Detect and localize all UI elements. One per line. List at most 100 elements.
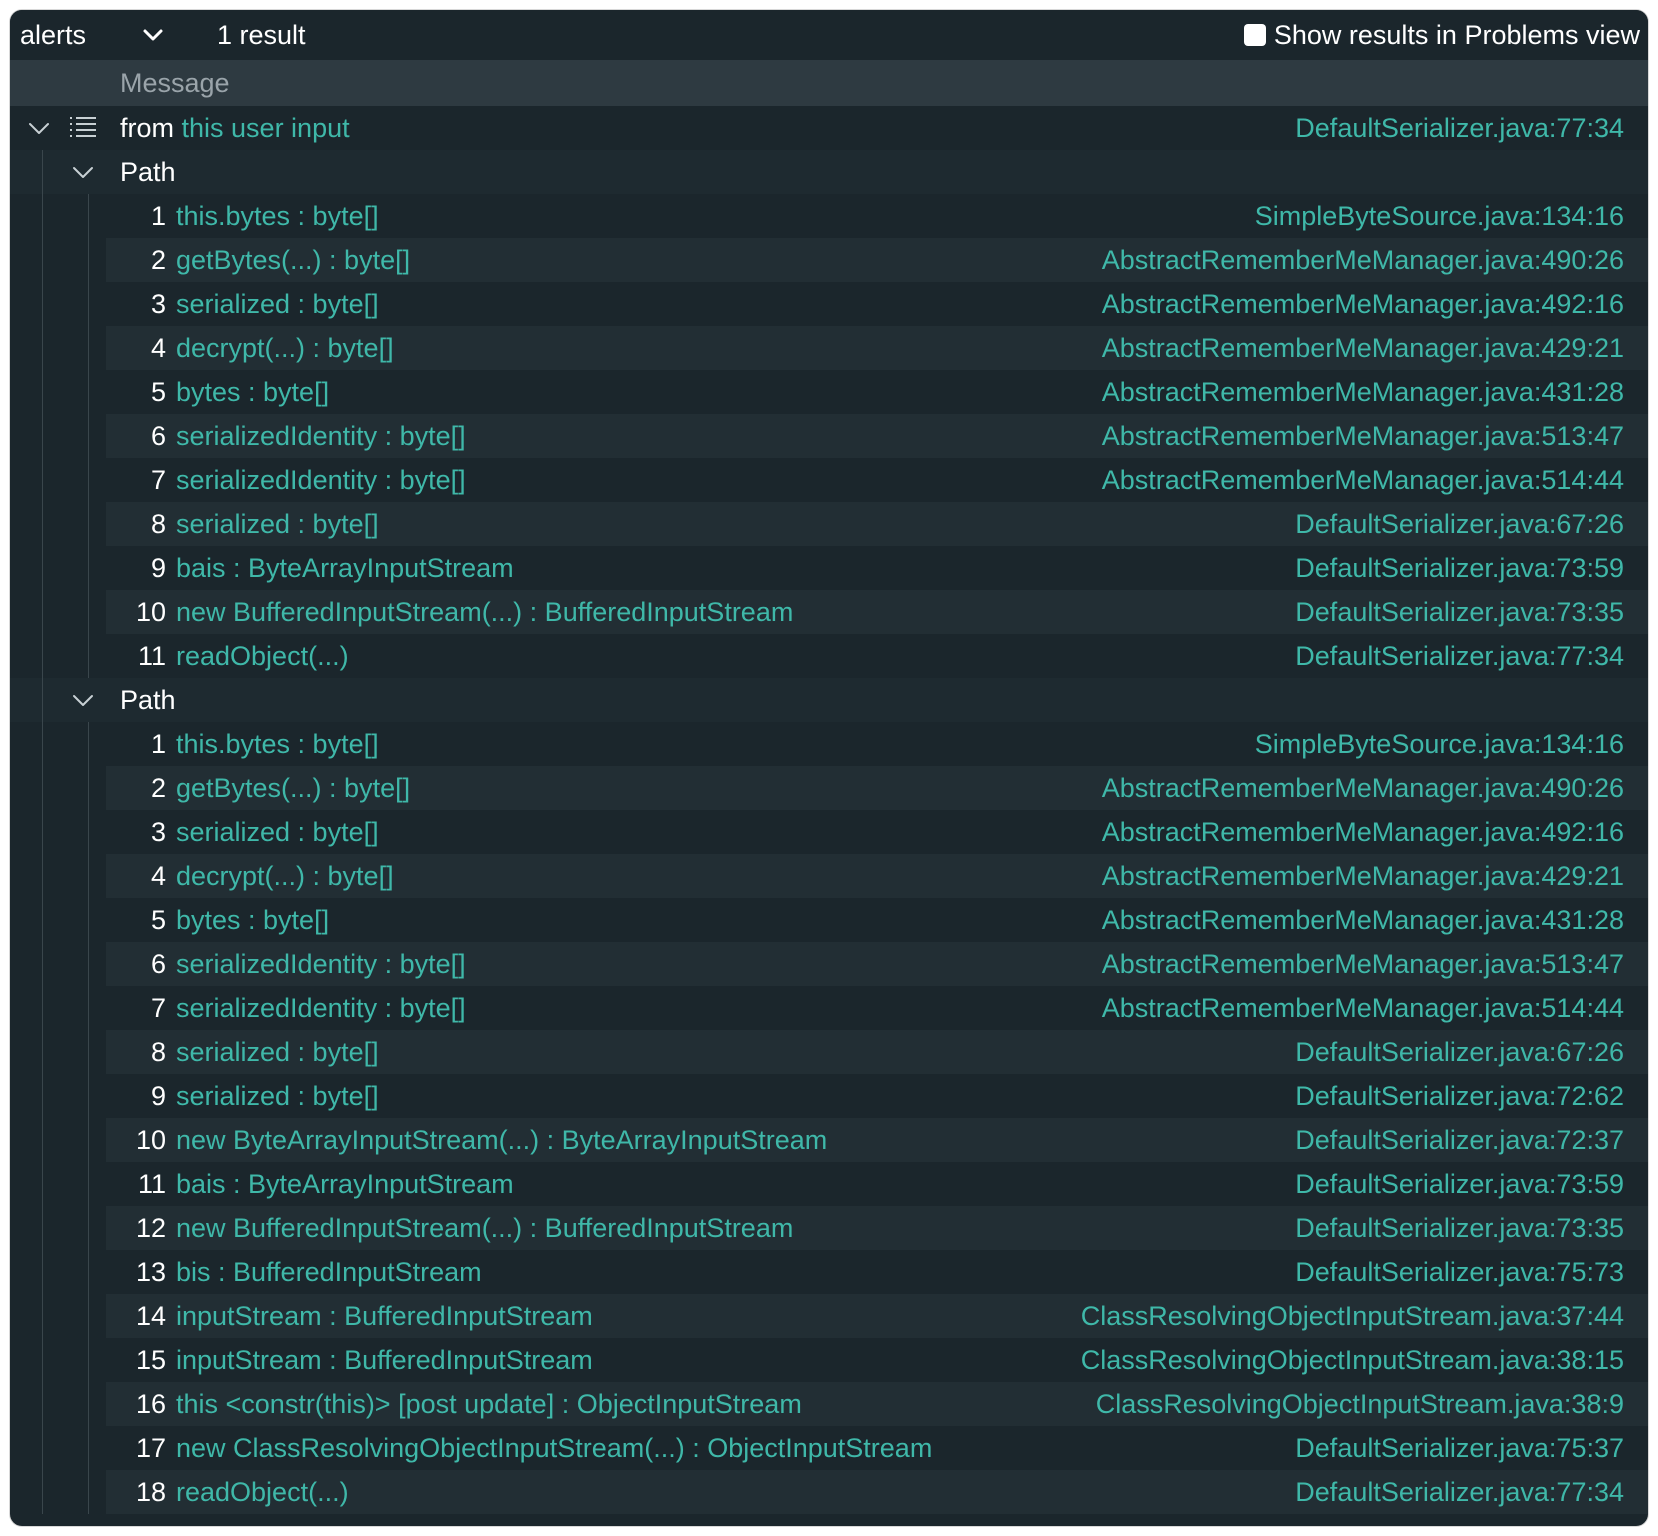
- path-step[interactable]: 11 readObject(...) DefaultSerializer.java:…: [10, 634, 1648, 678]
- path-step[interactable]: 1 this.bytes : byte[] SimpleByteSource.jav…: [10, 194, 1648, 238]
- path-step[interactable]: 7 serializedIdentity : byte[] AbstractReme…: [10, 986, 1648, 1030]
- step-node-link[interactable]: new ByteArrayInputStream(...) : ByteArra…: [176, 1118, 827, 1162]
- step-location-link[interactable]: AbstractRememberMeManager.java:431:28: [1102, 370, 1624, 414]
- step-node-link[interactable]: this <constr(this)> [post update] : Obje…: [176, 1382, 802, 1426]
- chevron-down-icon[interactable]: [24, 113, 54, 143]
- step-node-link[interactable]: serialized : byte[]: [176, 1074, 379, 1118]
- step-location-link[interactable]: DefaultSerializer.java:73:35: [1295, 1206, 1624, 1250]
- step-location-link[interactable]: DefaultSerializer.java:73:59: [1295, 546, 1624, 590]
- step-location-link[interactable]: SimpleByteSource.java:134:16: [1255, 722, 1624, 766]
- step-location-link[interactable]: AbstractRememberMeManager.java:429:21: [1102, 854, 1624, 898]
- problems-view-label[interactable]: Show results in Problems view: [1274, 20, 1640, 50]
- problems-view-checkbox[interactable]: [1243, 24, 1266, 46]
- step-node-link[interactable]: new BufferedInputStream(...) : BufferedI…: [176, 1206, 793, 1250]
- path-step[interactable]: 3 serialized : byte[] AbstractRememberMeMa…: [10, 282, 1648, 326]
- step-location-link[interactable]: DefaultSerializer.java:72:37: [1295, 1118, 1624, 1162]
- step-node-link[interactable]: serialized : byte[]: [176, 502, 379, 546]
- step-node-link[interactable]: serialized : byte[]: [176, 1030, 379, 1074]
- path-step[interactable]: 15 inputStream : BufferedInputStream Class…: [10, 1338, 1648, 1382]
- path-step[interactable]: 8 serialized : byte[] DefaultSerializer.ja…: [10, 502, 1648, 546]
- step-node-link[interactable]: serializedIdentity : byte[]: [176, 986, 466, 1030]
- step-location-link[interactable]: DefaultSerializer.java:73:59: [1295, 1162, 1624, 1206]
- step-node-link[interactable]: this.bytes : byte[]: [176, 194, 379, 238]
- step-node-link[interactable]: bytes : byte[]: [176, 898, 329, 942]
- chevron-down-icon[interactable]: [138, 20, 168, 50]
- step-node-link[interactable]: serialized : byte[]: [176, 282, 379, 326]
- step-node-link[interactable]: bais : ByteArrayInputStream: [176, 546, 514, 590]
- path-step[interactable]: 18 readObject(...) DefaultSerializer.java:…: [10, 1470, 1648, 1514]
- step-node-link[interactable]: inputStream : BufferedInputStream: [176, 1338, 593, 1382]
- step-location-link[interactable]: AbstractRememberMeManager.java:514:44: [1102, 458, 1624, 502]
- path-step[interactable]: 10 new BufferedInputStream(...) : Buffere…: [10, 590, 1648, 634]
- step-node-link[interactable]: this.bytes : byte[]: [176, 722, 379, 766]
- step-location-link[interactable]: DefaultSerializer.java:67:26: [1295, 1030, 1624, 1074]
- path-step[interactable]: 1 this.bytes : byte[] SimpleByteSource.jav…: [10, 722, 1648, 766]
- step-node-link[interactable]: serialized : byte[]: [176, 810, 379, 854]
- step-node-link[interactable]: getBytes(...) : byte[]: [176, 766, 410, 810]
- step-location-link[interactable]: ClassResolvingObjectInputStream.java:38:…: [1081, 1338, 1624, 1382]
- path-step[interactable]: 16 this <constr(this)> [post update] : Ob…: [10, 1382, 1648, 1426]
- alert-row[interactable]: from this user input DefaultSerializer.j…: [10, 106, 1648, 150]
- step-node-link[interactable]: decrypt(...) : byte[]: [176, 854, 394, 898]
- step-node-link[interactable]: bis : BufferedInputStream: [176, 1250, 482, 1294]
- path-step[interactable]: 3 serialized : byte[] AbstractRememberMeMa…: [10, 810, 1648, 854]
- path-step[interactable]: 9 bais : ByteArrayInputStream DefaultSeria…: [10, 546, 1648, 590]
- step-location-link[interactable]: AbstractRememberMeManager.java:490:26: [1102, 766, 1624, 810]
- step-node-link[interactable]: readObject(...): [176, 634, 349, 678]
- step-node-link[interactable]: serializedIdentity : byte[]: [176, 458, 466, 502]
- path-step[interactable]: 12 new BufferedInputStream(...) : Buffere…: [10, 1206, 1648, 1250]
- path-step[interactable]: 7 serializedIdentity : byte[] AbstractReme…: [10, 458, 1648, 502]
- path-step[interactable]: 11 bais : ByteArrayInputStream DefaultSeri…: [10, 1162, 1648, 1206]
- step-location-link[interactable]: AbstractRememberMeManager.java:492:16: [1102, 810, 1624, 854]
- step-location-link[interactable]: AbstractRememberMeManager.java:514:44: [1102, 986, 1624, 1030]
- chevron-down-icon[interactable]: [68, 685, 98, 715]
- step-location-link[interactable]: DefaultSerializer.java:77:34: [1295, 1470, 1624, 1514]
- alert-source-link[interactable]: this user input: [182, 113, 350, 143]
- path-step[interactable]: 4 decrypt(...) : byte[] AbstractRememberMe…: [10, 326, 1648, 370]
- list-icon[interactable]: [68, 114, 98, 142]
- result-set-select[interactable]: alerts: [20, 20, 86, 50]
- step-location-link[interactable]: AbstractRememberMeManager.java:429:21: [1102, 326, 1624, 370]
- step-node-link[interactable]: serializedIdentity : byte[]: [176, 414, 466, 458]
- step-location-link[interactable]: DefaultSerializer.java:77:34: [1295, 634, 1624, 678]
- step-location-link[interactable]: AbstractRememberMeManager.java:492:16: [1102, 282, 1624, 326]
- path-header[interactable]: Path: [10, 150, 1648, 194]
- path-step[interactable]: 6 serializedIdentity : byte[] AbstractReme…: [10, 942, 1648, 986]
- path-step[interactable]: 10 new ByteArrayInputStream(...) : ByteAr…: [10, 1118, 1648, 1162]
- step-node-link[interactable]: getBytes(...) : byte[]: [176, 238, 410, 282]
- path-step[interactable]: 17 new ClassResolvingObjectInputStream(..…: [10, 1426, 1648, 1470]
- path-header[interactable]: Path: [10, 678, 1648, 722]
- path-step[interactable]: 5 bytes : byte[] AbstractRememberMeManager…: [10, 898, 1648, 942]
- step-location-link[interactable]: AbstractRememberMeManager.java:431:28: [1102, 898, 1624, 942]
- path-step[interactable]: 2 getBytes(...) : byte[] AbstractRememberM…: [10, 766, 1648, 810]
- step-location-link[interactable]: DefaultSerializer.java:75:37: [1295, 1426, 1624, 1470]
- step-node-link[interactable]: decrypt(...) : byte[]: [176, 326, 394, 370]
- path-step[interactable]: 14 inputStream : BufferedInputStream Class…: [10, 1294, 1648, 1338]
- path-step[interactable]: 4 decrypt(...) : byte[] AbstractRememberMe…: [10, 854, 1648, 898]
- step-location-link[interactable]: DefaultSerializer.java:67:26: [1295, 502, 1624, 546]
- path-step[interactable]: 6 serializedIdentity : byte[] AbstractReme…: [10, 414, 1648, 458]
- step-node-link[interactable]: inputStream : BufferedInputStream: [176, 1294, 593, 1338]
- path-step[interactable]: 5 bytes : byte[] AbstractRememberMeManager…: [10, 370, 1648, 414]
- step-location-link[interactable]: AbstractRememberMeManager.java:513:47: [1102, 942, 1624, 986]
- path-step[interactable]: 13 bis : BufferedInputStream DefaultSerial…: [10, 1250, 1648, 1294]
- chevron-down-icon[interactable]: [68, 157, 98, 187]
- step-location-link[interactable]: SimpleByteSource.java:134:16: [1255, 194, 1624, 238]
- step-location-link[interactable]: ClassResolvingObjectInputStream.java:38:…: [1096, 1382, 1624, 1426]
- step-location-link[interactable]: AbstractRememberMeManager.java:490:26: [1102, 238, 1624, 282]
- step-location-link[interactable]: DefaultSerializer.java:73:35: [1295, 590, 1624, 634]
- problems-view-toggle[interactable]: Show results in Problems view: [1243, 20, 1640, 50]
- step-node-link[interactable]: serializedIdentity : byte[]: [176, 942, 466, 986]
- path-step[interactable]: 9 serialized : byte[] DefaultSerializer.ja…: [10, 1074, 1648, 1118]
- step-location-link[interactable]: DefaultSerializer.java:75:73: [1295, 1250, 1624, 1294]
- step-location-link[interactable]: ClassResolvingObjectInputStream.java:37:…: [1081, 1294, 1624, 1338]
- alert-location-link[interactable]: DefaultSerializer.java:77:34: [1295, 106, 1624, 150]
- step-location-link[interactable]: DefaultSerializer.java:72:62: [1295, 1074, 1624, 1118]
- path-step[interactable]: 8 serialized : byte[] DefaultSerializer.ja…: [10, 1030, 1648, 1074]
- step-location-link[interactable]: AbstractRememberMeManager.java:513:47: [1102, 414, 1624, 458]
- step-node-link[interactable]: readObject(...): [176, 1470, 349, 1514]
- step-node-link[interactable]: new ClassResolvingObjectInputStream(...)…: [176, 1426, 932, 1470]
- step-node-link[interactable]: bais : ByteArrayInputStream: [176, 1162, 514, 1206]
- column-header-message[interactable]: Message: [120, 68, 230, 98]
- step-node-link[interactable]: new BufferedInputStream(...) : BufferedI…: [176, 590, 793, 634]
